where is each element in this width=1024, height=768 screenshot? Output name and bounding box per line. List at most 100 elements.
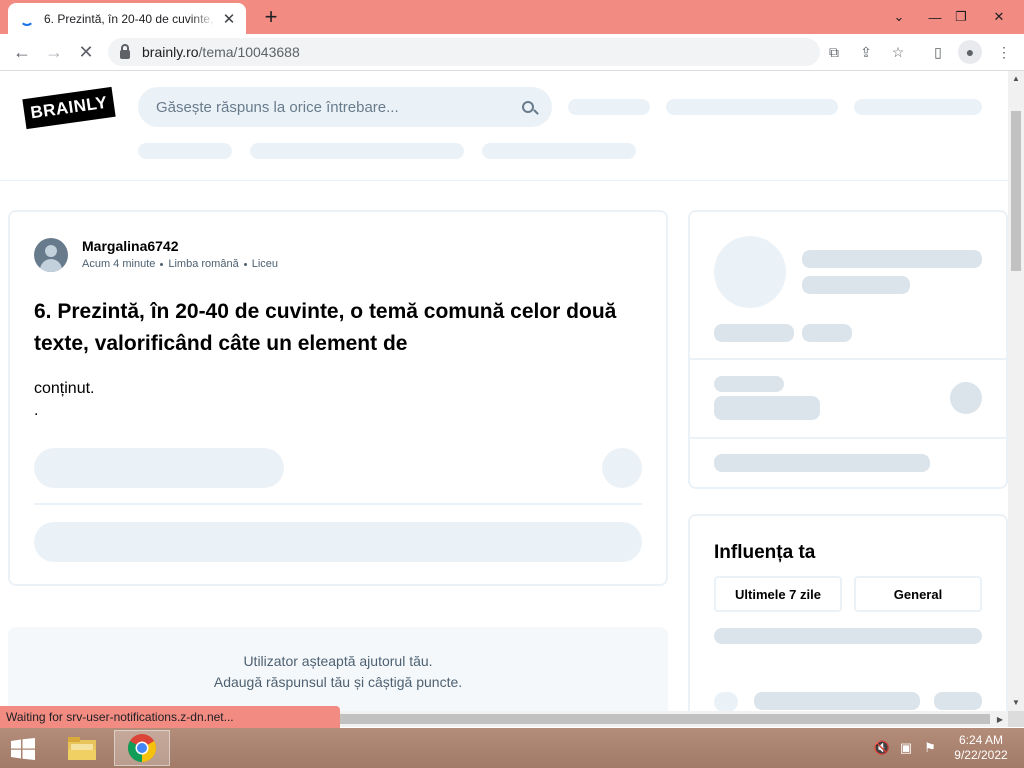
url-text: brainly.ro/tema/10043688 bbox=[142, 44, 300, 60]
influence-title: Influența ta bbox=[714, 542, 816, 563]
new-tab-button[interactable]: + bbox=[258, 4, 284, 30]
answer-prompt-line1: Utilizator așteaptă ajutorul tău. bbox=[243, 653, 433, 669]
scroll-up-icon[interactable]: ▲ bbox=[1008, 71, 1024, 85]
text-placeholder bbox=[714, 454, 930, 472]
action-placeholder bbox=[34, 522, 642, 562]
plus-icon: + bbox=[264, 4, 278, 29]
url-domain: brainly.ro bbox=[142, 44, 199, 60]
scroll-down-icon[interactable]: ▼ bbox=[1008, 695, 1024, 709]
separator-dot bbox=[160, 262, 164, 266]
vertical-scrollbar[interactable]: ▲ ▼ bbox=[1008, 71, 1024, 711]
taskbar-file-explorer[interactable] bbox=[54, 730, 110, 766]
divider bbox=[34, 503, 642, 505]
restore-icon: ❐ bbox=[955, 9, 967, 24]
divider bbox=[690, 358, 1006, 360]
system-clock[interactable]: 6:24 AM 9/22/2022 bbox=[948, 733, 1014, 763]
tab-last-7-days[interactable]: Ultimele 7 zile bbox=[714, 576, 842, 612]
question-body-end: . bbox=[34, 402, 39, 419]
network-icon[interactable]: ▣ bbox=[898, 740, 914, 756]
text-placeholder bbox=[802, 276, 910, 294]
windows-taskbar: 🔇 ▣ ⚑ 6:24 AM 9/22/2022 bbox=[0, 728, 1024, 768]
translate-icon[interactable]: ⧉ bbox=[824, 42, 844, 62]
browser-toolbar: ← → ✕ brainly.ro/tema/10043688 ⧉ ⇪ ☆ ▯ ●… bbox=[0, 34, 1024, 71]
chevron-down-icon: ⌄ bbox=[893, 9, 905, 24]
close-icon[interactable]: ✕ bbox=[220, 10, 238, 28]
star-icon[interactable]: ☆ bbox=[888, 42, 908, 62]
more-icon[interactable]: ⋮ bbox=[994, 42, 1014, 62]
brainly-logo[interactable]: BRAINLY bbox=[22, 86, 116, 130]
volume-muted-icon[interactable]: 🔇 bbox=[874, 740, 890, 756]
back-icon: ← bbox=[13, 41, 31, 62]
text-placeholder bbox=[714, 396, 820, 420]
start-button[interactable] bbox=[6, 734, 40, 764]
icon-placeholder bbox=[602, 448, 642, 488]
site-header: BRAINLY Găsește răspuns la orice întreba… bbox=[0, 71, 1008, 181]
forward-icon: → bbox=[45, 41, 63, 62]
scrollbar-corner bbox=[1008, 711, 1024, 727]
share-icon[interactable]: ⇪ bbox=[856, 42, 876, 62]
text-placeholder bbox=[802, 250, 982, 268]
scrollbar-thumb[interactable] bbox=[340, 714, 990, 724]
nav-placeholder bbox=[666, 99, 838, 115]
clock-date: 9/22/2022 bbox=[954, 748, 1008, 762]
loading-spinner-icon bbox=[20, 12, 34, 26]
text-placeholder bbox=[754, 692, 920, 710]
page-viewport: BRAINLY Găsește răspuns la orice întreba… bbox=[0, 71, 1008, 711]
browser-titlebar: 6. Prezintă, în 20-40 de cuvinte, o temă… bbox=[0, 0, 1024, 34]
minimize-icon: — bbox=[928, 9, 942, 25]
scrollbar-thumb[interactable] bbox=[1011, 111, 1021, 271]
sidepanel-icon[interactable]: ▯ bbox=[928, 42, 948, 62]
answer-button-placeholder bbox=[34, 448, 284, 488]
icon-placeholder bbox=[950, 382, 982, 414]
question-subject[interactable]: Limba română bbox=[168, 258, 238, 270]
window-close-button[interactable]: ✕ bbox=[982, 0, 1016, 34]
restore-button[interactable]: ❐ bbox=[944, 0, 978, 34]
lock-icon bbox=[120, 43, 130, 59]
author-name[interactable]: Margalina6742 bbox=[82, 238, 179, 254]
windows-start-icon bbox=[11, 738, 35, 760]
profile-icon[interactable]: ● bbox=[958, 40, 982, 64]
nav-placeholder bbox=[854, 99, 982, 115]
avatar[interactable] bbox=[34, 238, 68, 272]
tab-general[interactable]: General bbox=[854, 576, 982, 612]
divider bbox=[690, 437, 1006, 439]
tab-search-button[interactable]: ⌄ bbox=[882, 0, 916, 34]
url-path: /tema/10043688 bbox=[198, 44, 300, 60]
search-icon[interactable] bbox=[522, 101, 534, 113]
stop-icon: ✕ bbox=[78, 41, 94, 62]
scroll-right-icon[interactable]: ▶ bbox=[992, 712, 1008, 726]
flag-icon[interactable]: ⚑ bbox=[922, 740, 938, 756]
tab-title: 6. Prezintă, în 20-40 de cuvinte, o temă… bbox=[44, 11, 216, 26]
search-placeholder: Găsește răspuns la orice întrebare... bbox=[156, 98, 399, 116]
search-input[interactable]: Găsește răspuns la orice întrebare... bbox=[138, 87, 552, 127]
stop-button[interactable]: ✕ bbox=[72, 38, 100, 66]
avatar-placeholder bbox=[714, 236, 786, 308]
subnav-placeholder bbox=[250, 143, 464, 159]
question-card: Margalina6742 Acum 4 minute Limba română… bbox=[8, 210, 668, 586]
subnav-placeholder bbox=[138, 143, 232, 159]
answer-prompt: Utilizator așteaptă ajutorul tău. Adaugă… bbox=[8, 627, 668, 711]
taskbar-chrome[interactable] bbox=[114, 730, 170, 766]
back-button[interactable]: ← bbox=[8, 38, 36, 66]
browser-tab-active[interactable]: 6. Prezintă, în 20-40 de cuvinte, o temă… bbox=[8, 3, 246, 34]
status-bar: Waiting for srv-user-notifications.z-dn.… bbox=[0, 706, 340, 728]
question-time: Acum 4 minute bbox=[82, 258, 156, 270]
question-body: conținut. bbox=[34, 380, 95, 397]
subnav-placeholder bbox=[482, 143, 636, 159]
address-bar[interactable]: brainly.ro/tema/10043688 bbox=[108, 38, 820, 66]
text-placeholder bbox=[934, 692, 982, 710]
chrome-icon bbox=[128, 734, 156, 762]
text-placeholder bbox=[714, 376, 784, 392]
file-explorer-icon bbox=[68, 737, 96, 760]
clock-time: 6:24 AM bbox=[958, 733, 1004, 747]
forward-button[interactable]: → bbox=[40, 38, 68, 66]
nav-placeholder bbox=[568, 99, 650, 115]
side-profile-card bbox=[688, 210, 1008, 489]
question-title: 6. Prezintă, în 20-40 de cuvinte, o temă… bbox=[34, 300, 617, 355]
answer-prompt-line2: Adaugă răspunsul tău și câștigă puncte. bbox=[213, 674, 463, 690]
logo-text: BRAINLY bbox=[29, 92, 109, 123]
separator-dot bbox=[243, 262, 247, 266]
progress-placeholder bbox=[714, 628, 982, 644]
question-level: Liceu bbox=[251, 258, 278, 270]
close-icon: ✕ bbox=[993, 9, 1005, 24]
